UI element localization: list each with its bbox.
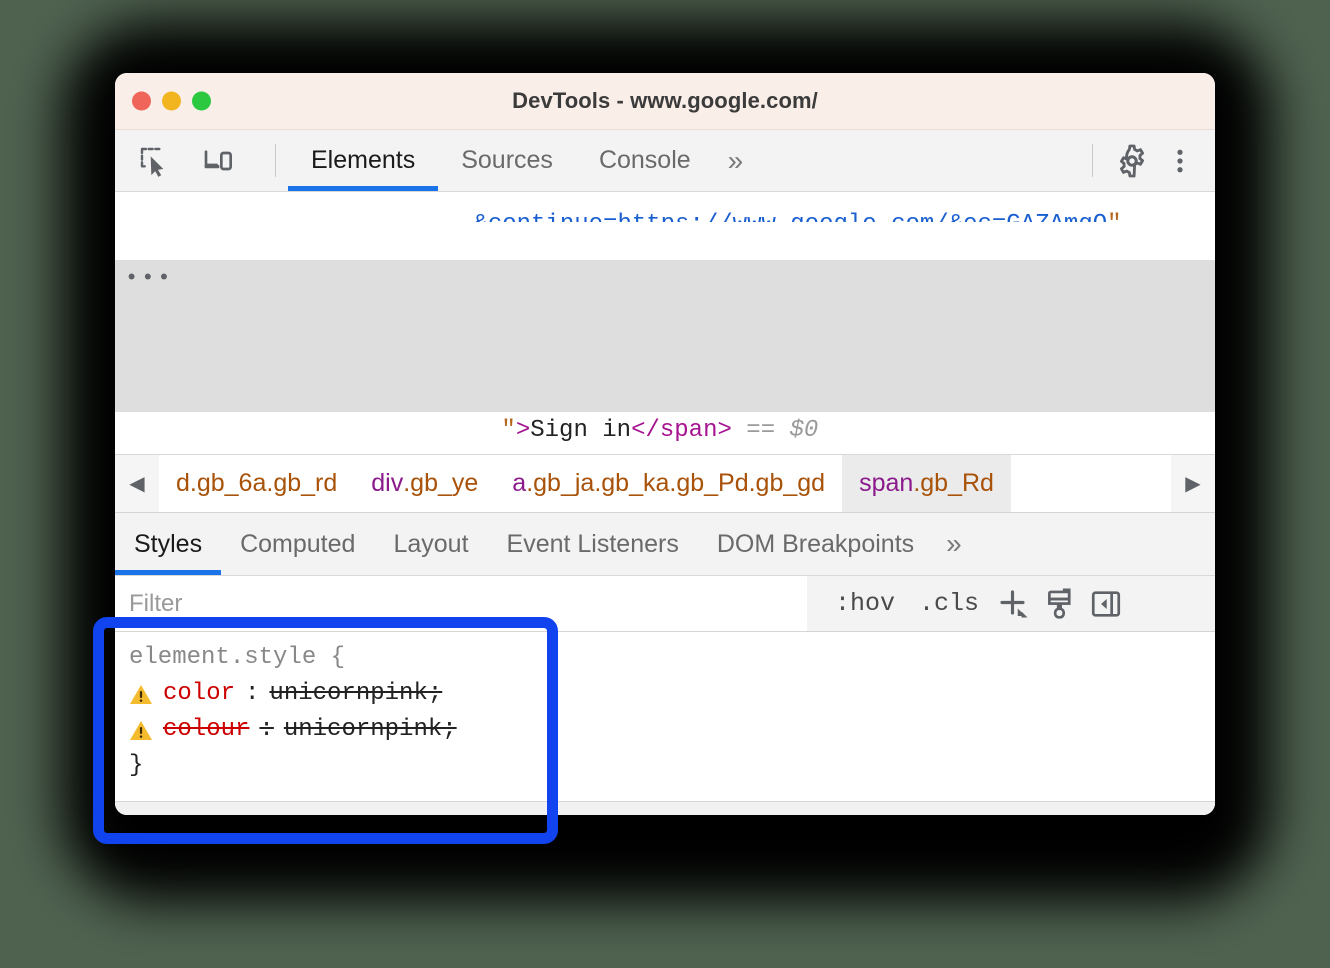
device-toolbar-icon[interactable] [197, 140, 239, 182]
toolbar-right-group [1078, 130, 1215, 191]
breadcrumb-item-tag: div [371, 469, 403, 498]
css-property-value[interactable]: unicornpink; [284, 712, 457, 748]
tab-computed-label: Computed [240, 530, 355, 559]
more-pane-tabs-chevron-icon[interactable]: » [933, 513, 975, 575]
cls-toggle-button[interactable]: .cls [909, 589, 989, 618]
dom-token-quote: " [1107, 211, 1121, 222]
main-toolbar: Elements Sources Console » [115, 130, 1215, 192]
filter-input[interactable] [115, 576, 807, 631]
tab-elements-label: Elements [311, 146, 415, 175]
css-colon: : [259, 712, 273, 748]
toolbar-divider [275, 144, 276, 177]
tab-sources-label: Sources [461, 146, 553, 175]
tab-layout-label: Layout [393, 530, 468, 559]
css-close-brace: } [129, 752, 143, 779]
breadcrumb-item-div-gb-6a[interactable]: d.gb_6a.gb_rd [159, 455, 354, 512]
breadcrumb-list: d.gb_6a.gb_rd div.gb_ye a.gb_ja.gb_ka.gb… [159, 455, 1171, 512]
css-colon: : [245, 676, 259, 712]
window-title: DevTools - www.google.com/ [115, 88, 1215, 114]
tab-elements[interactable]: Elements [288, 130, 438, 191]
filter-toolbar-actions: :hov .cls [807, 576, 1127, 631]
inspect-element-icon[interactable] [133, 140, 175, 182]
gear-icon[interactable] [1111, 140, 1153, 182]
tab-dom-breakpoints-label: DOM Breakpoints [717, 530, 914, 559]
toolbar-left-group [115, 130, 288, 191]
breadcrumb-item-class: .gb_Rd [913, 469, 994, 498]
css-property-name[interactable]: color [163, 676, 235, 712]
breadcrumb-scroll-left-icon[interactable]: ◀ [115, 455, 159, 512]
breadcrumb-item-span-gb-rd[interactable]: span.gb_Rd [842, 455, 1011, 512]
dom-row[interactable]: target="_top"> [115, 222, 1215, 260]
styles-filter-toolbar: :hov .cls [115, 576, 1215, 632]
styles-pane-tabs: Styles Computed Layout Event Listeners D… [115, 513, 1215, 576]
dom-tree[interactable]: &continue=https://www.google.com/&ec=GAZ… [115, 192, 1215, 455]
css-declaration-color[interactable]: color: unicornpink; [129, 676, 1215, 712]
dom-row[interactable]: •••<span class="gb_Rd" style=" [115, 260, 1215, 298]
dom-token-url: &continue=https://www.google.com/&ec=GAZ… [473, 211, 1107, 222]
devtools-window: DevTools - www.google.com/ Elemen [115, 73, 1215, 815]
breadcrumb-item-a-gb-ja[interactable]: a.gb_ja.gb_ka.gb_Pd.gb_gd [495, 455, 842, 512]
css-property-value[interactable]: unicornpink; [269, 676, 442, 712]
tab-event-listeners[interactable]: Event Listeners [488, 513, 698, 575]
dom-row[interactable]: color: unicornpink; [115, 298, 1215, 336]
dom-row[interactable]: ">Sign in</span> == $0 [115, 374, 1215, 412]
breadcrumb-item-class: .gb_ja.gb_ka.gb_Pd.gb_gd [526, 469, 825, 498]
tab-sources[interactable]: Sources [438, 130, 576, 191]
panel-tabs: Elements Sources Console » [288, 130, 757, 191]
dom-row[interactable]: &continue=https://www.google.com/&ec=GAZ… [115, 192, 1215, 222]
warning-icon [129, 683, 153, 705]
breadcrumb-item-label: d.gb_6a.gb_rd [176, 469, 337, 498]
tab-event-listeners-label: Event Listeners [507, 530, 679, 559]
tab-styles-label: Styles [134, 530, 202, 559]
tab-dom-breakpoints[interactable]: DOM Breakpoints [698, 513, 933, 575]
tab-layout[interactable]: Layout [374, 513, 487, 575]
breadcrumb-scroll-right-icon[interactable]: ▶ [1171, 455, 1215, 512]
breadcrumb-item-tag: span [859, 469, 913, 498]
kebab-menu-icon[interactable] [1159, 140, 1201, 182]
warning-icon [129, 719, 153, 741]
dom-row[interactable]: colour: unicornpink; [115, 336, 1215, 374]
dom-row[interactable]: </a> [115, 412, 1215, 450]
more-tabs-chevron-icon[interactable]: » [714, 130, 758, 191]
sidebar-toggle-icon[interactable] [1085, 583, 1127, 625]
tab-styles[interactable]: Styles [115, 513, 221, 575]
breadcrumb-item-class: .gb_ye [403, 469, 478, 498]
expand-ellipsis-badge[interactable]: ••• [125, 260, 174, 298]
css-declaration-colour[interactable]: colour: unicornpink; [129, 712, 1215, 748]
more-tabs-label: » [728, 145, 744, 177]
hov-toggle-button[interactable]: :hov [825, 589, 905, 618]
breadcrumb: ◀ d.gb_6a.gb_rd div.gb_ye a.gb_ja.gb_ka.… [115, 455, 1215, 513]
more-pane-tabs-label: » [946, 528, 962, 560]
paint-brush-icon[interactable] [1039, 583, 1081, 625]
css-property-name[interactable]: colour [163, 712, 249, 748]
new-style-rule-icon[interactable] [993, 583, 1035, 625]
styles-pane-content[interactable]: element.style { color: unicornpink; [115, 632, 1215, 815]
css-rule-close: } [129, 748, 1215, 784]
breadcrumb-item-div-gb-ye[interactable]: div.gb_ye [354, 455, 495, 512]
titlebar: DevTools - www.google.com/ [115, 73, 1215, 130]
css-rule-selector[interactable]: element.style { [129, 640, 1215, 676]
element-style-selector-label: element.style { [129, 644, 345, 671]
tab-console[interactable]: Console [576, 130, 714, 191]
styles-pane-bottom-bar [115, 801, 1215, 815]
toolbar-divider-right [1092, 144, 1093, 177]
tab-console-label: Console [599, 146, 691, 175]
tab-computed[interactable]: Computed [221, 513, 374, 575]
breadcrumb-item-tag: a [512, 469, 526, 498]
